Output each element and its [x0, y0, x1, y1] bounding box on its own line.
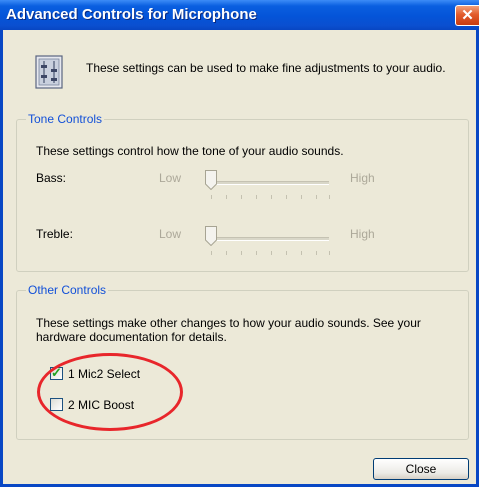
treble-high-label: High [350, 227, 375, 241]
bass-low-label: Low [159, 171, 182, 185]
audio-settings-icon [35, 55, 63, 89]
other-controls-legend: Other Controls [26, 283, 109, 297]
dialog-window: Advanced Controls for Microphone ✕ These… [0, 0, 479, 487]
close-button[interactable]: Close [373, 458, 469, 480]
treble-slider-ticks [211, 251, 331, 256]
tick-mark [301, 195, 302, 199]
mic-boost-checkbox[interactable] [50, 398, 63, 411]
bass-high-label: High [350, 171, 375, 185]
tick-mark [211, 195, 212, 199]
tick-mark [286, 195, 287, 199]
window-title: Advanced Controls for Microphone [6, 6, 257, 23]
tick-mark [241, 251, 242, 255]
tick-mark [256, 195, 257, 199]
tick-mark [329, 251, 330, 255]
tick-mark [271, 251, 272, 255]
tick-mark [329, 195, 330, 199]
tick-mark [226, 195, 227, 199]
tick-mark [211, 251, 212, 255]
tick-mark [226, 251, 227, 255]
tick-mark [316, 195, 317, 199]
checkmark-icon: ✓ [51, 365, 62, 380]
bass-slider-track[interactable] [206, 181, 329, 185]
mic2-select-label[interactable]: 1 Mic2 Select [68, 367, 140, 381]
mic2-select-checkbox[interactable]: ✓ [50, 365, 63, 380]
close-window-icon[interactable]: ✕ [455, 5, 479, 26]
window-frame-left [0, 30, 3, 487]
other-controls-description: These settings make other changes to how… [36, 316, 421, 344]
tick-mark [256, 251, 257, 255]
bass-slider-thumb[interactable] [205, 170, 217, 190]
tick-mark [316, 251, 317, 255]
bass-label: Bass: [36, 171, 67, 185]
bass-slider-ticks [211, 195, 331, 200]
treble-low-label: Low [159, 227, 182, 241]
treble-label: Treble: [36, 227, 73, 241]
tone-controls-legend: Tone Controls [26, 112, 105, 126]
mic-boost-label[interactable]: 2 MIC Boost [68, 398, 134, 412]
intro-text: These settings can be used to make fine … [86, 61, 446, 75]
tick-mark [301, 251, 302, 255]
treble-slider-track[interactable] [206, 237, 329, 241]
tick-mark [286, 251, 287, 255]
tick-mark [241, 195, 242, 199]
tick-mark [271, 195, 272, 199]
title-bar[interactable]: Advanced Controls for Microphone ✕ [0, 0, 479, 30]
treble-slider-thumb[interactable] [205, 226, 217, 246]
tone-controls-description: These settings control how the tone of y… [36, 144, 344, 158]
other-controls-group [16, 290, 469, 440]
